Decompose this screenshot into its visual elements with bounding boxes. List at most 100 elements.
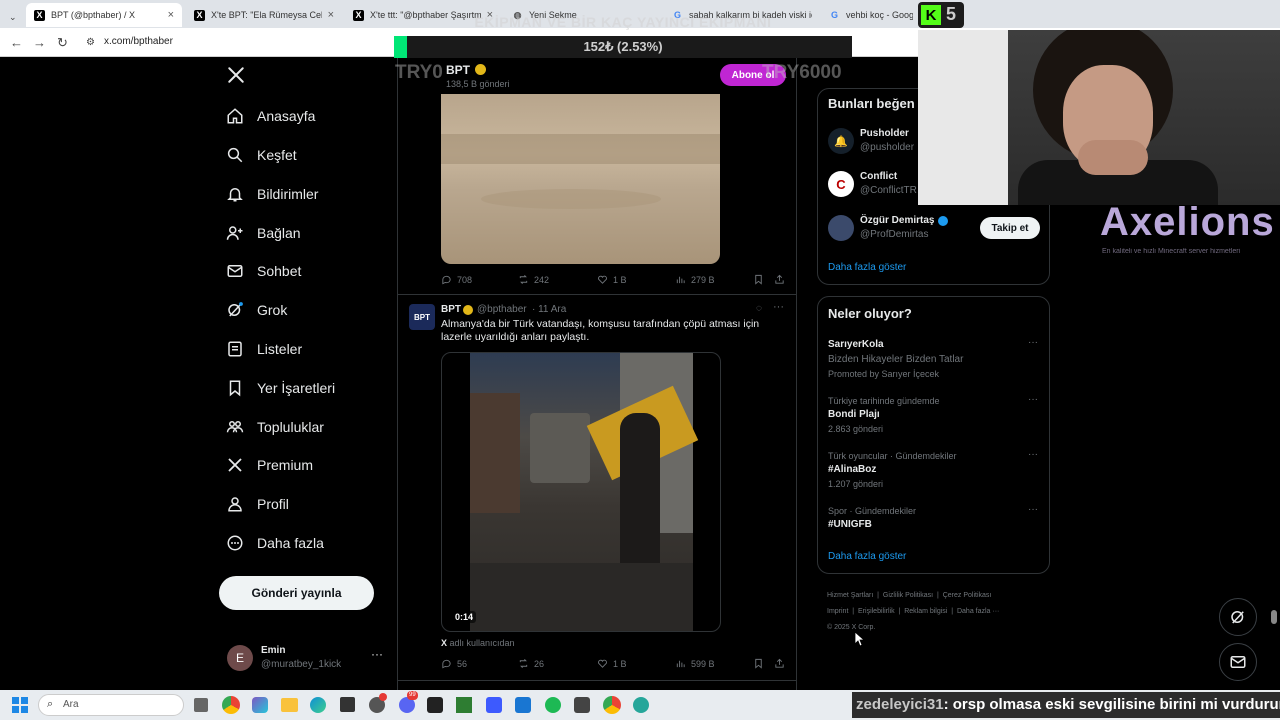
- footer-link-privacy[interactable]: Gizlilik Politikası: [883, 592, 933, 599]
- more-dots-icon[interactable]: ···: [1028, 394, 1038, 405]
- trend-context: Türk oyuncular · Gündemdekiler: [828, 451, 957, 461]
- trend-item[interactable]: SarıyerKola Bizden Hikayeler Bizden Tatl…: [828, 337, 1043, 384]
- account-switcher[interactable]: E Emin @muratbey_1kick ···: [227, 645, 387, 675]
- comment-icon: [442, 275, 451, 285]
- trend-item[interactable]: Türk oyuncular · Gündemdekiler #AlinaBoz…: [828, 449, 1043, 496]
- more-dots-icon[interactable]: ···: [371, 647, 383, 661]
- share-action[interactable]: [774, 274, 790, 285]
- nav-grok[interactable]: Grok: [226, 295, 287, 325]
- show-more-link[interactable]: Daha fazla göster: [828, 551, 906, 562]
- post-video[interactable]: 0:14: [441, 352, 721, 632]
- follow-button[interactable]: Takip et: [980, 217, 1040, 239]
- more-dots-icon[interactable]: ···: [1028, 504, 1038, 515]
- nav-chat[interactable]: Sohbet: [226, 256, 301, 286]
- suggestion-name[interactable]: Özgür Demirtaş: [860, 215, 934, 226]
- grok-icon[interactable]: ◌: [756, 303, 762, 314]
- nav-communities[interactable]: Topluluklar: [226, 412, 324, 442]
- footer-link-cookies[interactable]: Çerez Politikası: [943, 592, 992, 599]
- suggestion-handle[interactable]: @ProfDemirtas: [860, 229, 929, 240]
- mail-icon: [1230, 656, 1246, 668]
- more-dots-icon[interactable]: ···: [1028, 337, 1038, 348]
- nav-premium[interactable]: Premium: [226, 450, 313, 480]
- forward-arrow-icon[interactable]: →: [33, 35, 46, 50]
- tab-ela-rumeysa[interactable]: X X'te BPT: "Ela Rümeysa Cebeci×: [186, 3, 342, 27]
- close-icon[interactable]: ×: [162, 9, 174, 21]
- share-action[interactable]: [774, 658, 790, 669]
- video-source-line[interactable]: X adlı kullanıcıdan: [441, 638, 515, 648]
- app-icon[interactable]: [486, 697, 502, 713]
- reply-action[interactable]: 708: [441, 274, 472, 285]
- footer-link-terms[interactable]: Hizmet Şartları: [827, 592, 873, 599]
- more-dots-icon[interactable]: ···: [1028, 449, 1038, 460]
- tab-bpt-profile[interactable]: X BPT (@bpthaber) / X ×: [26, 3, 182, 27]
- chrome-icon[interactable]: [603, 696, 621, 714]
- bookmark-action[interactable]: [753, 274, 769, 285]
- show-more-link[interactable]: Daha fazla göster: [828, 262, 906, 273]
- post-laser-video[interactable]: BPT BPT @bpthaber · 11 Ara ◌ ··· Almanya…: [398, 295, 796, 687]
- avatar[interactable]: BPT: [409, 304, 435, 330]
- grok-float-button[interactable]: [1219, 598, 1257, 636]
- suggestion-name[interactable]: Conflict: [860, 171, 897, 182]
- app-icon[interactable]: [633, 697, 649, 713]
- file-explorer-icon[interactable]: [281, 698, 298, 712]
- task-view-icon[interactable]: [194, 698, 208, 712]
- edge-icon[interactable]: [310, 697, 326, 713]
- bookmark-action[interactable]: [753, 658, 769, 669]
- trend-item[interactable]: Spor · Gündemdekiler #UNIGFB ···: [828, 504, 1043, 538]
- nav-more[interactable]: Daha fazla: [226, 528, 324, 558]
- bookmark-icon: [755, 274, 762, 285]
- messages-float-button[interactable]: [1219, 643, 1257, 681]
- nav-explore[interactable]: Keşfet: [226, 140, 297, 170]
- copilot-icon[interactable]: [252, 697, 268, 713]
- repost-action[interactable]: 26: [518, 658, 544, 669]
- more-dots-icon[interactable]: ···: [773, 301, 784, 313]
- nav-notifications[interactable]: Bildirimler: [226, 179, 318, 209]
- store-icon[interactable]: [340, 697, 355, 712]
- suggestion-name[interactable]: Pusholder: [860, 128, 909, 139]
- site-info-icon[interactable]: ⚙: [86, 37, 95, 48]
- like-action[interactable]: 1 B: [597, 658, 627, 669]
- app-icon[interactable]: [515, 697, 531, 713]
- footer-link-imprint[interactable]: Imprint: [827, 608, 848, 615]
- like-action[interactable]: 1 B: [597, 274, 627, 285]
- post-image-mars[interactable]: [441, 94, 720, 264]
- search-icon: ⌕: [47, 698, 54, 710]
- account-handle: @muratbey_1kick: [261, 659, 342, 670]
- footer-link-ads-info[interactable]: Reklam bilgisi: [904, 608, 947, 615]
- footer-link-accessibility[interactable]: Erişilebilirlik: [858, 608, 895, 615]
- post-button[interactable]: Gönderi yayınla: [219, 576, 374, 610]
- close-icon[interactable]: ×: [322, 9, 334, 21]
- terrain-ridge: [441, 134, 720, 164]
- donation-goal-bar: 152₺ (2.53%): [394, 36, 852, 58]
- url-field[interactable]: x.com/bpthaber: [104, 36, 173, 47]
- suggestion-handle[interactable]: @ConflictTR: [860, 185, 917, 196]
- views-action[interactable]: 599 B: [675, 658, 715, 669]
- taskbar-search[interactable]: ⌕ Ara: [38, 694, 184, 716]
- nav-lists[interactable]: Listeler: [226, 334, 302, 364]
- capcut-icon[interactable]: [427, 697, 443, 713]
- x-logo-icon[interactable]: [227, 66, 245, 89]
- footer-link-more[interactable]: Daha fazla ···: [957, 608, 999, 615]
- suggestion-handle[interactable]: @pusholder: [860, 142, 914, 153]
- nav-connect[interactable]: Bağlan: [226, 218, 301, 248]
- reload-icon[interactable]: ↻: [57, 35, 68, 51]
- windows-start-icon[interactable]: [12, 697, 28, 713]
- nav-home[interactable]: Anasayfa: [226, 101, 315, 131]
- post-date[interactable]: · 11 Ara: [532, 304, 566, 315]
- repost-action[interactable]: 242: [518, 274, 549, 285]
- pavement: [470, 563, 693, 631]
- author-handle[interactable]: @bpthaber: [477, 304, 527, 315]
- nav-bookmarks[interactable]: Yer İşaretleri: [226, 373, 335, 403]
- spotify-icon[interactable]: [545, 697, 561, 713]
- views-action[interactable]: 279 B: [675, 274, 715, 285]
- reply-action[interactable]: 56: [441, 658, 467, 669]
- app-icon[interactable]: [574, 697, 590, 713]
- trend-item[interactable]: Türkiye tarihinde gündemde Bondi Plajı 2…: [828, 394, 1043, 441]
- author-name[interactable]: BPT: [441, 304, 461, 315]
- back-arrow-icon[interactable]: ←: [10, 35, 23, 50]
- nav-profile[interactable]: Profil: [226, 489, 289, 519]
- tab-list-button[interactable]: ⌄: [4, 5, 22, 29]
- minecraft-icon[interactable]: [456, 697, 472, 713]
- chrome-icon[interactable]: [222, 696, 240, 714]
- page-scrollbar[interactable]: [1271, 610, 1277, 624]
